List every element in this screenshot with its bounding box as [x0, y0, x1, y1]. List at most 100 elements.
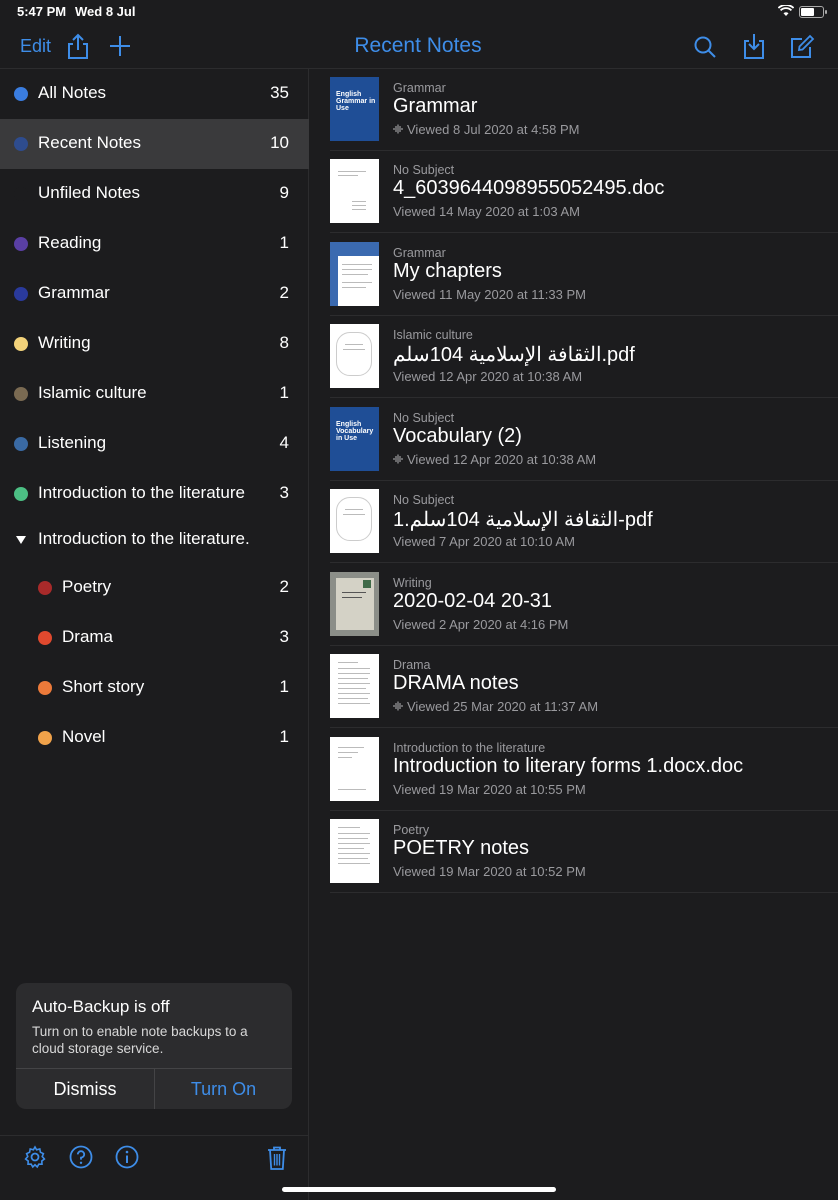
introduction-color-dot: [14, 487, 28, 501]
note-viewed-text: Viewed 12 Apr 2020 at 10:38 AM: [393, 369, 583, 384]
sidebar: All Notes 35 Recent Notes 10 Unfiled Not…: [0, 69, 309, 1200]
sidebar-item-drama[interactable]: Drama 3: [0, 613, 309, 663]
sidebar-item-grammar[interactable]: Grammar 2: [0, 269, 309, 319]
poetry-color-dot: [38, 581, 52, 595]
wifi-icon: [778, 5, 794, 16]
note-title: 2020-02-04 20-31: [393, 590, 553, 612]
audio-waveform-icon: [393, 701, 403, 711]
sidebar-item-introduction-to-the-literature[interactable]: Introduction to the literature 3: [0, 469, 309, 519]
sidebar-group-introduction-to-the-literature[interactable]: Introduction to the literature.: [0, 517, 309, 561]
nav-bar: Edit Recent Notes: [0, 26, 838, 69]
note-row[interactable]: No Subject 4_6039644098955052495.doc Vie…: [330, 151, 838, 233]
note-thumbnail: English Grammar in Use: [330, 77, 379, 141]
note-subject: Islamic culture: [393, 328, 473, 342]
sidebar-item-label: Recent Notes: [38, 133, 141, 152]
audio-waveform-icon: [393, 454, 403, 464]
sidebar-item-label: All Notes: [38, 83, 107, 102]
auto-backup-card: Auto-Backup is off Turn on to enable not…: [16, 983, 292, 1109]
dismiss-button[interactable]: Dismiss: [16, 1069, 154, 1109]
sidebar-item-count: 3: [279, 627, 289, 646]
note-row[interactable]: No Subject الثقافة الإسلامية 104سلم.1-pd…: [330, 481, 838, 563]
share-icon[interactable]: [66, 32, 90, 60]
note-viewed: Viewed 8 Jul 2020 at 4:58 PM: [393, 122, 580, 137]
sidebar-item-label: Novel: [62, 727, 106, 746]
drama-color-dot: [38, 631, 52, 645]
sidebar-item-label: Grammar: [38, 283, 110, 302]
note-title: Introduction to literary forms 1.docx.do…: [393, 755, 744, 777]
sidebar-item-label: Drama: [62, 627, 114, 646]
sidebar-item-count: 2: [279, 577, 289, 596]
note-subject: Writing: [393, 576, 432, 590]
note-viewed-text: Viewed 25 Mar 2020 at 11:37 AM: [407, 699, 599, 714]
sidebar-item-count: 1: [279, 383, 289, 402]
import-icon[interactable]: [742, 32, 766, 60]
note-title: POETRY notes: [393, 837, 529, 859]
sidebar-item-islamic-culture[interactable]: Islamic culture 1: [0, 369, 309, 419]
sidebar-item-count: 3: [279, 483, 289, 502]
auto-backup-title: Auto-Backup is off: [32, 997, 170, 1016]
note-row[interactable]: Grammar My chapters Viewed 11 May 2020 a…: [330, 234, 838, 316]
note-viewed: Viewed 14 May 2020 at 1:03 AM: [393, 204, 580, 219]
note-title: 4_6039644098955052495.doc: [393, 177, 665, 199]
note-viewed-text: Viewed 2 Apr 2020 at 4:16 PM: [393, 617, 569, 632]
sidebar-item-reading[interactable]: Reading 1: [0, 219, 309, 269]
sidebar-item-recent-notes[interactable]: Recent Notes 10: [0, 119, 309, 169]
note-viewed: Viewed 2 Apr 2020 at 4:16 PM: [393, 617, 568, 632]
sidebar-toolbar: [0, 1135, 309, 1200]
sidebar-item-count: 9: [279, 183, 289, 202]
sidebar-item-poetry[interactable]: Poetry 2: [0, 563, 309, 613]
note-row[interactable]: Islamic culture الثقافة الإسلامية 104سلم…: [330, 316, 838, 398]
trash-icon[interactable]: [266, 1145, 288, 1171]
note-viewed: Viewed 19 Mar 2020 at 10:55 PM: [393, 782, 586, 797]
note-thumbnail: [330, 324, 379, 388]
sidebar-group-label: Introduction to the literature.: [38, 529, 250, 548]
sidebar-item-count: 10: [270, 133, 289, 152]
sidebar-item-short-story[interactable]: Short story 1: [0, 663, 309, 713]
note-subject: No Subject: [393, 163, 455, 177]
note-row[interactable]: Writing 2020-02-04 20-31 Viewed 2 Apr 20…: [330, 564, 838, 646]
note-thumbnail: English Vocabulary in Use: [330, 407, 379, 471]
disclosure-triangle-icon[interactable]: [16, 536, 26, 544]
thumbnail-text: English Vocabulary in Use: [336, 421, 374, 442]
note-viewed: Viewed 11 May 2020 at 11:33 PM: [393, 287, 586, 302]
sidebar-item-count: 35: [270, 83, 289, 102]
note-title: Vocabulary (2): [393, 425, 522, 447]
compose-icon[interactable]: [789, 34, 815, 60]
note-title: الثقافة الإسلامية 104سلم.1-pdf: [393, 509, 653, 531]
edit-button[interactable]: Edit: [20, 36, 51, 57]
note-subject: Grammar: [393, 81, 446, 95]
sidebar-item-label: Reading: [38, 233, 102, 252]
sidebar-item-unfiled-notes[interactable]: Unfiled Notes 9: [0, 169, 309, 219]
sidebar-item-writing[interactable]: Writing 8: [0, 319, 309, 369]
sidebar-item-novel[interactable]: Novel 1: [0, 713, 309, 763]
note-thumbnail: [330, 489, 379, 553]
search-icon[interactable]: [693, 35, 717, 59]
sidebar-item-count: 8: [279, 333, 289, 352]
sidebar-item-all-notes[interactable]: All Notes 35: [0, 69, 309, 119]
note-title: DRAMA notes: [393, 672, 519, 694]
note-row[interactable]: English Vocabulary in Use No Subject Voc…: [330, 399, 838, 481]
status-date: Wed 8 Jul: [75, 4, 136, 19]
note-row[interactable]: Introduction to the literature Introduct…: [330, 729, 838, 811]
settings-icon[interactable]: [23, 1145, 47, 1169]
help-icon[interactable]: [69, 1145, 93, 1169]
writing-color-dot: [14, 337, 28, 351]
home-indicator[interactable]: [282, 1187, 556, 1192]
turn-on-button[interactable]: Turn On: [155, 1069, 292, 1109]
note-viewed-text: Viewed 11 May 2020 at 11:33 PM: [393, 287, 586, 302]
all-notes-color-dot: [14, 87, 28, 101]
info-icon[interactable]: [115, 1145, 139, 1169]
note-row[interactable]: Poetry POETRY notes Viewed 19 Mar 2020 a…: [330, 811, 838, 893]
note-subject: Poetry: [393, 823, 430, 837]
sidebar-item-listening[interactable]: Listening 4: [0, 419, 309, 469]
sidebar-item-label: Writing: [38, 333, 91, 352]
add-icon[interactable]: [108, 34, 132, 58]
note-thumbnail: [330, 737, 379, 801]
audio-waveform-icon: [393, 124, 403, 134]
sidebar-item-label: Poetry: [62, 577, 112, 596]
note-viewed-text: Viewed 14 May 2020 at 1:03 AM: [393, 204, 580, 219]
note-row[interactable]: Drama DRAMA notes Viewed 25 Mar 2020 at …: [330, 646, 838, 728]
note-row[interactable]: English Grammar in Use Grammar Grammar V…: [330, 69, 838, 151]
auto-backup-message: Turn on to enable note backups to a clou…: [32, 1024, 248, 1056]
note-viewed: Viewed 7 Apr 2020 at 10:10 AM: [393, 534, 575, 549]
